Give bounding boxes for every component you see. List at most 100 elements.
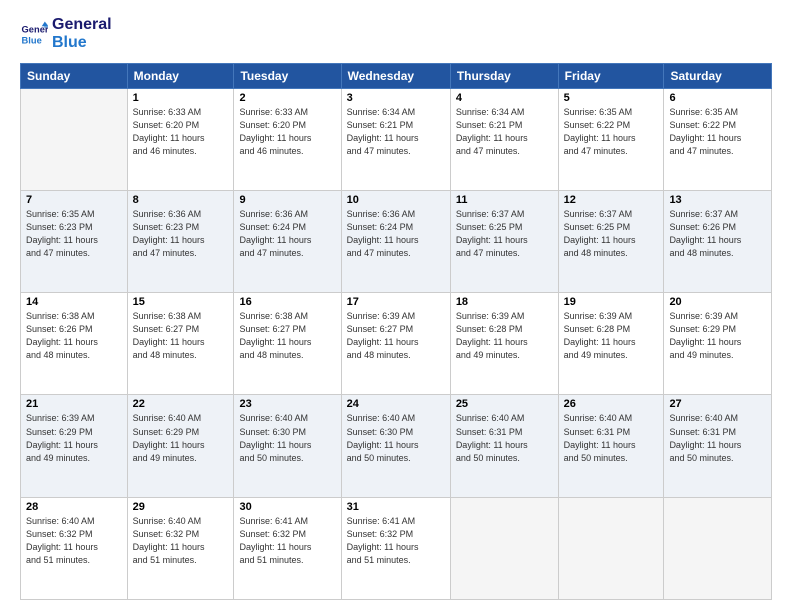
- calendar-header: SundayMondayTuesdayWednesdayThursdayFrid…: [21, 63, 772, 88]
- day-info: Sunrise: 6:35 AM Sunset: 6:23 PM Dayligh…: [26, 208, 122, 260]
- calendar-cell: 15 Sunrise: 6:38 AM Sunset: 6:27 PM Dayli…: [127, 293, 234, 395]
- day-number: 21: [26, 398, 122, 410]
- calendar-cell: 12 Sunrise: 6:37 AM Sunset: 6:25 PM Dayli…: [558, 191, 664, 293]
- calendar-cell: 20 Sunrise: 6:39 AM Sunset: 6:29 PM Dayli…: [664, 293, 772, 395]
- day-info: Sunrise: 6:39 AM Sunset: 6:28 PM Dayligh…: [456, 310, 553, 362]
- calendar-cell: 5 Sunrise: 6:35 AM Sunset: 6:22 PM Daylig…: [558, 88, 664, 190]
- logo-text-general: General: [52, 16, 112, 34]
- calendar-cell: 7Sunrise: 6:35 AM Sunset: 6:23 PM Daylig…: [21, 191, 128, 293]
- day-info: Sunrise: 6:36 AM Sunset: 6:24 PM Dayligh…: [239, 208, 335, 260]
- day-number: 20: [669, 296, 766, 308]
- calendar-cell: 11Sunrise: 6:37 AM Sunset: 6:25 PM Dayli…: [450, 191, 558, 293]
- calendar-table: SundayMondayTuesdayWednesdayThursdayFrid…: [20, 63, 772, 600]
- calendar-cell: 17Sunrise: 6:39 AM Sunset: 6:27 PM Dayli…: [341, 293, 450, 395]
- day-number: 18: [456, 296, 553, 308]
- calendar-cell: 29 Sunrise: 6:40 AM Sunset: 6:32 PM Dayli…: [127, 497, 234, 599]
- week-row-2: 7Sunrise: 6:35 AM Sunset: 6:23 PM Daylig…: [21, 191, 772, 293]
- calendar-cell: 16 Sunrise: 6:38 AM Sunset: 6:27 PM Dayli…: [234, 293, 341, 395]
- day-number: 3: [347, 92, 445, 104]
- day-number: 9: [239, 194, 335, 206]
- day-number: 5: [564, 92, 659, 104]
- logo: General Blue General Blue: [20, 16, 112, 53]
- day-number: 27: [669, 398, 766, 410]
- day-info: Sunrise: 6:36 AM Sunset: 6:23 PM Dayligh…: [133, 208, 229, 260]
- calendar-cell: 18 Sunrise: 6:39 AM Sunset: 6:28 PM Dayli…: [450, 293, 558, 395]
- week-row-4: 21 Sunrise: 6:39 AM Sunset: 6:29 PM Dayli…: [21, 395, 772, 497]
- calendar-cell: 14Sunrise: 6:38 AM Sunset: 6:26 PM Dayli…: [21, 293, 128, 395]
- calendar-cell: 3 Sunrise: 6:34 AM Sunset: 6:21 PM Daylig…: [341, 88, 450, 190]
- day-number: 30: [239, 501, 335, 513]
- day-info: Sunrise: 6:40 AM Sunset: 6:29 PM Dayligh…: [133, 412, 229, 464]
- week-row-5: 28 Sunrise: 6:40 AM Sunset: 6:32 PM Dayli…: [21, 497, 772, 599]
- day-number: 13: [669, 194, 766, 206]
- calendar-cell: 31Sunrise: 6:41 AM Sunset: 6:32 PM Dayli…: [341, 497, 450, 599]
- calendar-cell: 2Sunrise: 6:33 AM Sunset: 6:20 PM Daylig…: [234, 88, 341, 190]
- calendar-cell: 4Sunrise: 6:34 AM Sunset: 6:21 PM Daylig…: [450, 88, 558, 190]
- day-info: Sunrise: 6:40 AM Sunset: 6:32 PM Dayligh…: [26, 515, 122, 567]
- calendar-cell: [450, 497, 558, 599]
- day-number: 29: [133, 501, 229, 513]
- calendar-cell: 22Sunrise: 6:40 AM Sunset: 6:29 PM Dayli…: [127, 395, 234, 497]
- logo-text-blue: Blue: [52, 34, 112, 52]
- calendar-cell: 30 Sunrise: 6:41 AM Sunset: 6:32 PM Dayli…: [234, 497, 341, 599]
- day-info: Sunrise: 6:38 AM Sunset: 6:27 PM Dayligh…: [239, 310, 335, 362]
- day-info: Sunrise: 6:38 AM Sunset: 6:27 PM Dayligh…: [133, 310, 229, 362]
- header-cell-wednesday: Wednesday: [341, 63, 450, 88]
- day-number: 8: [133, 194, 229, 206]
- svg-text:Blue: Blue: [22, 36, 42, 46]
- week-row-1: 1 Sunrise: 6:33 AM Sunset: 6:20 PM Daylig…: [21, 88, 772, 190]
- calendar-cell: 10 Sunrise: 6:36 AM Sunset: 6:24 PM Dayli…: [341, 191, 450, 293]
- day-number: 14: [26, 296, 122, 308]
- calendar-cell: [21, 88, 128, 190]
- calendar-cell: 25 Sunrise: 6:40 AM Sunset: 6:31 PM Dayli…: [450, 395, 558, 497]
- calendar-cell: 6Sunrise: 6:35 AM Sunset: 6:22 PM Daylig…: [664, 88, 772, 190]
- calendar-cell: [664, 497, 772, 599]
- calendar-cell: 9 Sunrise: 6:36 AM Sunset: 6:24 PM Daylig…: [234, 191, 341, 293]
- day-number: 17: [347, 296, 445, 308]
- week-row-3: 14Sunrise: 6:38 AM Sunset: 6:26 PM Dayli…: [21, 293, 772, 395]
- day-number: 10: [347, 194, 445, 206]
- calendar-cell: 21 Sunrise: 6:39 AM Sunset: 6:29 PM Dayli…: [21, 395, 128, 497]
- calendar-cell: 8 Sunrise: 6:36 AM Sunset: 6:23 PM Daylig…: [127, 191, 234, 293]
- day-number: 12: [564, 194, 659, 206]
- header-cell-saturday: Saturday: [664, 63, 772, 88]
- day-info: Sunrise: 6:35 AM Sunset: 6:22 PM Dayligh…: [564, 106, 659, 158]
- logo-icon: General Blue: [20, 20, 48, 48]
- day-info: Sunrise: 6:36 AM Sunset: 6:24 PM Dayligh…: [347, 208, 445, 260]
- calendar-cell: 19 Sunrise: 6:39 AM Sunset: 6:28 PM Dayli…: [558, 293, 664, 395]
- day-info: Sunrise: 6:39 AM Sunset: 6:28 PM Dayligh…: [564, 310, 659, 362]
- day-info: Sunrise: 6:40 AM Sunset: 6:31 PM Dayligh…: [456, 412, 553, 464]
- header-cell-friday: Friday: [558, 63, 664, 88]
- day-number: 19: [564, 296, 659, 308]
- day-info: Sunrise: 6:37 AM Sunset: 6:26 PM Dayligh…: [669, 208, 766, 260]
- day-info: Sunrise: 6:40 AM Sunset: 6:31 PM Dayligh…: [564, 412, 659, 464]
- header-cell-thursday: Thursday: [450, 63, 558, 88]
- day-info: Sunrise: 6:41 AM Sunset: 6:32 PM Dayligh…: [347, 515, 445, 567]
- day-number: 11: [456, 194, 553, 206]
- day-info: Sunrise: 6:41 AM Sunset: 6:32 PM Dayligh…: [239, 515, 335, 567]
- calendar-cell: 13 Sunrise: 6:37 AM Sunset: 6:26 PM Dayli…: [664, 191, 772, 293]
- day-info: Sunrise: 6:40 AM Sunset: 6:30 PM Dayligh…: [347, 412, 445, 464]
- day-info: Sunrise: 6:40 AM Sunset: 6:30 PM Dayligh…: [239, 412, 335, 464]
- day-info: Sunrise: 6:34 AM Sunset: 6:21 PM Dayligh…: [347, 106, 445, 158]
- day-info: Sunrise: 6:37 AM Sunset: 6:25 PM Dayligh…: [564, 208, 659, 260]
- day-number: 28: [26, 501, 122, 513]
- header-cell-tuesday: Tuesday: [234, 63, 341, 88]
- day-info: Sunrise: 6:33 AM Sunset: 6:20 PM Dayligh…: [239, 106, 335, 158]
- day-number: 1: [133, 92, 229, 104]
- day-number: 15: [133, 296, 229, 308]
- calendar-cell: 23Sunrise: 6:40 AM Sunset: 6:30 PM Dayli…: [234, 395, 341, 497]
- day-info: Sunrise: 6:39 AM Sunset: 6:29 PM Dayligh…: [669, 310, 766, 362]
- day-info: Sunrise: 6:40 AM Sunset: 6:31 PM Dayligh…: [669, 412, 766, 464]
- day-number: 16: [239, 296, 335, 308]
- day-info: Sunrise: 6:40 AM Sunset: 6:32 PM Dayligh…: [133, 515, 229, 567]
- calendar-cell: 26Sunrise: 6:40 AM Sunset: 6:31 PM Dayli…: [558, 395, 664, 497]
- day-info: Sunrise: 6:33 AM Sunset: 6:20 PM Dayligh…: [133, 106, 229, 158]
- day-info: Sunrise: 6:39 AM Sunset: 6:29 PM Dayligh…: [26, 412, 122, 464]
- header-cell-monday: Monday: [127, 63, 234, 88]
- calendar-cell: 27 Sunrise: 6:40 AM Sunset: 6:31 PM Dayli…: [664, 395, 772, 497]
- day-number: 25: [456, 398, 553, 410]
- header-row: SundayMondayTuesdayWednesdayThursdayFrid…: [21, 63, 772, 88]
- calendar-cell: 28 Sunrise: 6:40 AM Sunset: 6:32 PM Dayli…: [21, 497, 128, 599]
- header-cell-sunday: Sunday: [21, 63, 128, 88]
